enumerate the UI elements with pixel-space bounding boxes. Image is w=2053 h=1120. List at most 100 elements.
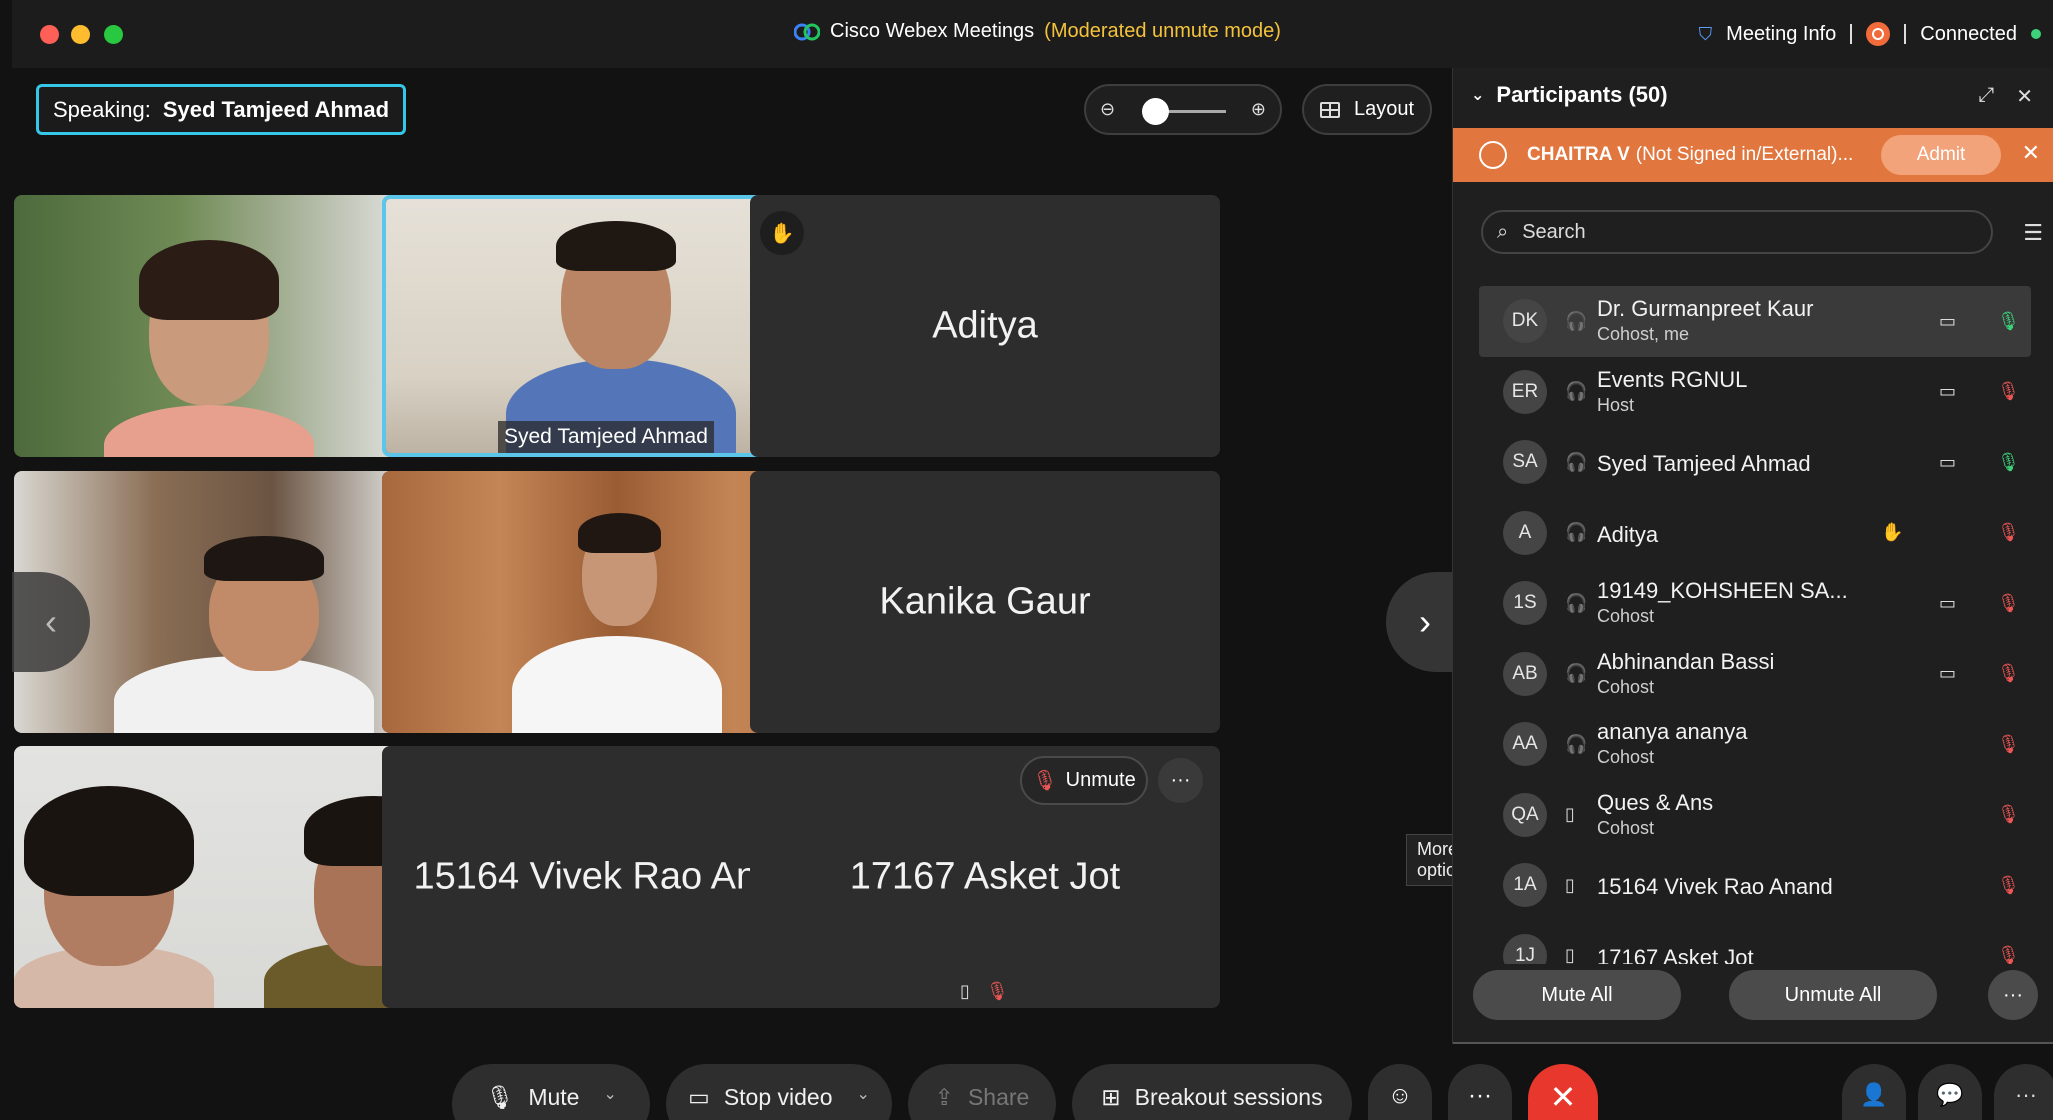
headset-icon: 🎧 bbox=[1565, 592, 1588, 613]
divider bbox=[1904, 24, 1907, 44]
participant-name: Ques & Ans bbox=[1597, 789, 1714, 815]
phone-icon: ▯ bbox=[1565, 804, 1575, 825]
mic-on-icon[interactable]: 🎙 bbox=[1997, 452, 2020, 473]
zoom-control[interactable]: ⊖ ⊕ bbox=[1084, 84, 1282, 135]
mic-muted-icon[interactable]: 🎙 bbox=[1997, 663, 2020, 684]
video-camera-icon: ▭ bbox=[1939, 451, 1957, 472]
avatar: ER bbox=[1503, 369, 1547, 414]
participant-row[interactable]: 1S 🎧 19149_KOHSHEEN SA... Cohost ▭ 🎙 bbox=[1479, 568, 2031, 639]
tile-name: 17167 Asket Jot bbox=[849, 855, 1121, 898]
name-tile-asket[interactable]: 🎙 Unmute ··· 17167 Asket Jot ▯ 🎙 bbox=[750, 746, 1220, 1008]
participant-row[interactable]: ER 🎧 Events RGNUL Host ▭ 🎙 bbox=[1479, 357, 2031, 428]
share-icon: ⇪ bbox=[934, 1084, 954, 1110]
zoom-window-button[interactable] bbox=[104, 25, 123, 44]
sort-icon[interactable]: ☰ bbox=[2023, 220, 2043, 246]
meeting-info-button[interactable]: Meeting Info bbox=[1726, 23, 1836, 46]
breakout-icon: ⊞ bbox=[1101, 1084, 1121, 1110]
leave-meeting-button[interactable]: ✕ bbox=[1528, 1064, 1598, 1120]
tile-name: Aditya bbox=[932, 304, 1038, 347]
search-input[interactable]: ⌕ Search bbox=[1481, 210, 1993, 254]
participant-row[interactable]: 1A ▯ 15164 Vivek Rao Anand 🎙 bbox=[1479, 850, 2031, 921]
panel-title: Participants (50) bbox=[1496, 82, 1668, 107]
mute-button[interactable]: 🎙 Mute ⌄ bbox=[452, 1064, 650, 1120]
participant-role: Cohost bbox=[1597, 747, 1655, 767]
stop-video-button[interactable]: ▭ Stop video ⌄ bbox=[666, 1064, 892, 1120]
more-panels-button[interactable]: ··· bbox=[1994, 1064, 2053, 1120]
window-title: Cisco Webex Meetings (Moderated unmute m… bbox=[794, 20, 1281, 43]
admit-button[interactable]: Admit bbox=[1881, 135, 2001, 175]
participant-row[interactable]: AA 🎧 ananya ananya Cohost 🎙 bbox=[1479, 709, 2031, 780]
speaking-indicator: Speaking: Syed Tamjeed Ahmad bbox=[36, 84, 407, 135]
close-icon[interactable]: ✕ bbox=[2016, 84, 2033, 109]
mic-muted-icon[interactable]: 🎙 bbox=[1997, 381, 2020, 402]
pop-out-icon[interactable]: ⤢ bbox=[1978, 84, 1994, 109]
more-button[interactable]: ··· bbox=[1448, 1064, 1512, 1120]
avatar: SA bbox=[1503, 440, 1547, 485]
connection-dot-icon bbox=[2031, 29, 2041, 39]
chevron-down-icon[interactable]: ⌄ bbox=[857, 1084, 870, 1104]
zoom-slider-handle[interactable] bbox=[1142, 98, 1169, 125]
unmute-participant-button[interactable]: 🎙 Unmute bbox=[1020, 756, 1148, 805]
avatar: 1S bbox=[1503, 581, 1547, 626]
more-options-button[interactable]: ··· bbox=[1988, 970, 2038, 1020]
avatar: DK bbox=[1503, 299, 1547, 344]
panel-toggles: 👤 💬 ··· bbox=[1842, 1064, 2053, 1120]
unmute-all-button[interactable]: Unmute All bbox=[1729, 970, 1937, 1020]
microphone-icon: 🎙 bbox=[485, 1084, 515, 1110]
more-icon: ··· bbox=[1468, 1082, 1492, 1109]
reactions-button[interactable]: ☺ bbox=[1368, 1064, 1432, 1120]
layout-button[interactable]: Layout bbox=[1302, 84, 1432, 135]
raised-hand-icon: ✋ bbox=[1881, 522, 1904, 543]
mic-locked-icon[interactable]: 🎙 bbox=[1997, 522, 2020, 543]
headset-icon: 🎧 bbox=[1565, 310, 1588, 331]
mic-muted-icon[interactable]: 🎙 bbox=[1997, 804, 2020, 825]
zoom-in-icon[interactable]: ⊕ bbox=[1251, 99, 1266, 120]
avatar: AB bbox=[1503, 651, 1547, 696]
participant-name: ananya ananya bbox=[1597, 719, 1748, 744]
participant-name: Abhinandan Bassi bbox=[1597, 648, 1775, 674]
lobby-notification: CHAITRA V (Not Signed in/External)... Ad… bbox=[1453, 128, 2053, 182]
collapse-chevron-icon[interactable]: ⌄ bbox=[1471, 85, 1484, 105]
participant-row[interactable]: QA ▯ Ques & Ans Cohost 🎙 bbox=[1479, 780, 2031, 851]
chat-toggle-button[interactable]: 💬 bbox=[1918, 1064, 1982, 1120]
participant-row[interactable]: A 🎧 Aditya ✋ 🎙 bbox=[1479, 498, 2031, 569]
search-placeholder: Search bbox=[1522, 220, 1586, 243]
mute-all-button[interactable]: Mute All bbox=[1473, 970, 1681, 1020]
panel-footer: Mute All Unmute All ··· bbox=[1453, 964, 2053, 1044]
more-icon: ··· bbox=[2015, 1082, 2037, 1107]
participant-name: Dr. Gurmanpreet Kaur bbox=[1597, 296, 1814, 321]
avatar: AA bbox=[1503, 722, 1547, 767]
mic-on-icon[interactable]: 🎙 bbox=[1997, 311, 2020, 332]
close-window-button[interactable] bbox=[40, 25, 59, 44]
zoom-out-icon[interactable]: ⊖ bbox=[1100, 99, 1115, 120]
chevron-down-icon[interactable]: ⌄ bbox=[603, 1084, 616, 1104]
mute-label: Mute bbox=[528, 1084, 580, 1110]
participants-toggle-button[interactable]: 👤 bbox=[1842, 1064, 1906, 1120]
mode-text: (Moderated unmute mode) bbox=[1044, 20, 1281, 42]
participant-role: Host bbox=[1597, 394, 1635, 415]
participant-row[interactable]: DK 🎧 Dr. Gurmanpreet Kaur Cohost, me ▭ 🎙 bbox=[1479, 286, 2031, 357]
participant-row[interactable]: SA 🎧 Syed Tamjeed Ahmad ▭ 🎙 bbox=[1479, 427, 2031, 498]
more-options-button[interactable]: ··· bbox=[1158, 758, 1203, 803]
name-tile-kanika[interactable]: Kanika Gaur bbox=[750, 471, 1220, 733]
participant-name: Aditya bbox=[1597, 521, 1659, 547]
mic-muted-icon[interactable]: 🎙 bbox=[1997, 593, 2020, 614]
breakout-sessions-button[interactable]: ⊞ Breakout sessions bbox=[1072, 1064, 1352, 1120]
mic-locked-icon[interactable]: 🎙 bbox=[1997, 875, 2020, 896]
layout-label: Layout bbox=[1353, 98, 1415, 120]
video-camera-icon: ▭ bbox=[1939, 592, 1957, 613]
recording-icon[interactable] bbox=[1866, 22, 1891, 46]
name-tile-aditya[interactable]: ✋ Aditya bbox=[750, 195, 1220, 457]
shield-icon: ⛉ bbox=[1698, 23, 1713, 44]
video-stage: Speaking: Syed Tamjeed Ahmad ⊖ ⊕ Layout … bbox=[12, 68, 1478, 1120]
mic-muted-icon[interactable]: 🎙 bbox=[1997, 734, 2020, 755]
app-name: Cisco Webex Meetings bbox=[830, 20, 1035, 42]
close-icon[interactable]: ✕ bbox=[2022, 140, 2040, 166]
participant-role: Cohost, me bbox=[1597, 324, 1690, 344]
headset-icon: 🎧 bbox=[1565, 522, 1588, 543]
participant-row[interactable]: AB 🎧 Abhinandan Bassi Cohost ▭ 🎙 bbox=[1479, 639, 2031, 710]
close-icon: ✕ bbox=[1549, 1079, 1577, 1115]
share-button[interactable]: ⇪ Share bbox=[908, 1064, 1056, 1120]
participant-row[interactable]: 1J ▯ 17167 Asket Jot 🎙 bbox=[1479, 921, 2031, 968]
minimize-window-button[interactable] bbox=[71, 25, 90, 44]
